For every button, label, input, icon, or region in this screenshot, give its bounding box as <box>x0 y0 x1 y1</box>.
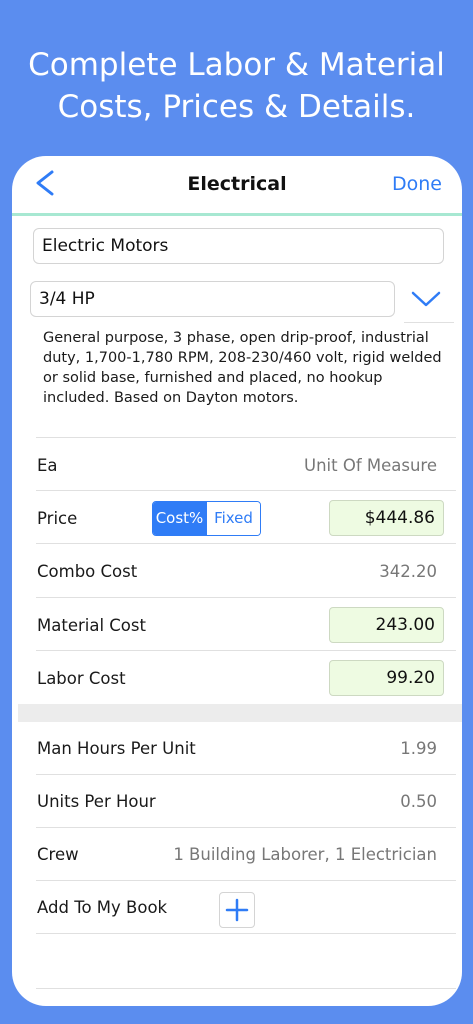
divider <box>36 490 456 491</box>
unit-of-measure-label: Unit Of Measure <box>304 456 437 475</box>
divider <box>36 597 456 598</box>
crew-label: Crew <box>37 845 79 864</box>
chevron-down-icon <box>411 291 441 307</box>
promo-headline: Complete Labor & Material Costs, Prices … <box>0 44 473 128</box>
units-per-hour-label: Units Per Hour <box>37 792 156 811</box>
fixed-segment[interactable]: Fixed <box>206 502 260 535</box>
unit-value[interactable]: Ea <box>37 456 58 475</box>
size-dropdown-button[interactable] <box>407 282 445 316</box>
crew-value: 1 Building Laborer, 1 Electrician <box>173 845 437 864</box>
divider <box>36 543 456 544</box>
done-button[interactable]: Done <box>392 173 442 195</box>
navigation-bar: Electrical Done <box>12 156 462 216</box>
man-hours-value: 1.99 <box>400 739 437 758</box>
man-hours-label: Man Hours Per Unit <box>37 739 196 758</box>
page-title: Electrical <box>187 173 287 195</box>
divider <box>404 322 454 323</box>
divider <box>36 827 456 828</box>
price-input[interactable]: $444.86 <box>329 500 444 536</box>
price-mode-segmented-control: Cost% Fixed <box>152 501 261 536</box>
chevron-left-icon <box>36 170 54 196</box>
price-label: Price <box>37 509 78 528</box>
divider <box>36 880 456 881</box>
add-to-book-button[interactable] <box>219 892 255 928</box>
phone-screen: Electrical Done Electric Motors 3/4 HP G… <box>12 156 462 1006</box>
item-size-field[interactable]: 3/4 HP <box>30 281 395 317</box>
cost-percent-segment[interactable]: Cost% <box>153 502 206 535</box>
combo-cost-value: 342.20 <box>379 562 437 581</box>
divider <box>36 650 456 651</box>
material-cost-label: Material Cost <box>37 616 146 635</box>
labor-cost-label: Labor Cost <box>37 669 126 688</box>
divider <box>36 437 456 438</box>
combo-cost-label: Combo Cost <box>37 562 138 581</box>
item-description: General purpose, 3 phase, open drip-proo… <box>43 330 442 406</box>
units-per-hour-value: 0.50 <box>400 792 437 811</box>
promo-headline-line2: Costs, Prices & Details. <box>57 89 416 125</box>
divider <box>36 988 456 989</box>
back-button[interactable] <box>32 168 62 202</box>
promo-headline-line1: Complete Labor & Material <box>28 47 445 83</box>
plus-icon <box>225 898 249 922</box>
item-name-field[interactable]: Electric Motors <box>33 228 444 264</box>
add-to-book-label: Add To My Book <box>37 898 168 917</box>
section-separator <box>18 704 462 722</box>
labor-cost-input[interactable]: 99.20 <box>329 660 444 696</box>
material-cost-input[interactable]: 243.00 <box>329 607 444 643</box>
divider <box>36 774 456 775</box>
divider <box>36 933 456 934</box>
